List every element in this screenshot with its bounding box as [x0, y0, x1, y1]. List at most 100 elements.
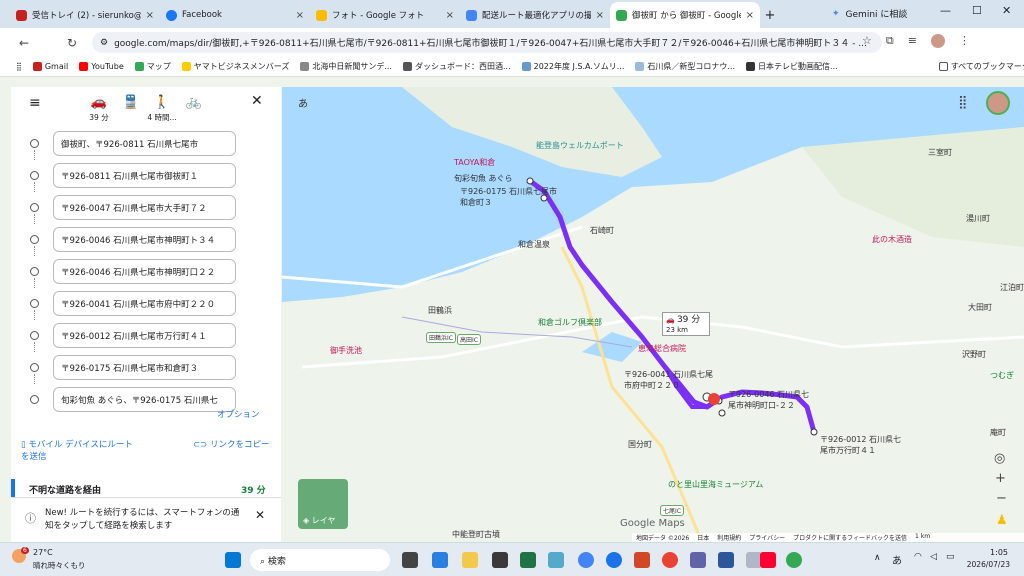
- waypoint-input[interactable]: 〒926-0041 石川県七尾市府中町２２０: [53, 291, 236, 316]
- app-icon[interactable]: [548, 552, 564, 568]
- my-location-icon[interactable]: ◎: [994, 451, 1005, 466]
- yahoo-icon[interactable]: [760, 552, 776, 568]
- facebook-icon: [166, 9, 177, 21]
- maximize-button[interactable]: ☐: [972, 4, 982, 17]
- hamburger-menu-icon[interactable]: ≡: [29, 95, 41, 111]
- app-icon[interactable]: [432, 552, 448, 568]
- bookmark-dashboard[interactable]: ダッシュボード：西田酒...: [402, 61, 511, 72]
- close-icon[interactable]: ×: [146, 10, 154, 21]
- toolbar-icons: ☆ ⧉ ≡ ⋮: [862, 34, 970, 48]
- account-avatar[interactable]: [986, 91, 1010, 115]
- excel-icon[interactable]: [520, 552, 536, 568]
- ime-icon[interactable]: あ: [892, 552, 902, 567]
- task-view-icon[interactable]: [402, 552, 418, 568]
- info-icon: ⓘ: [25, 512, 36, 525]
- tab-maps[interactable]: 御祓町 から 御祓町 - Google ×: [610, 2, 760, 28]
- close-icon[interactable]: ×: [446, 10, 454, 21]
- minimize-button[interactable]: —: [940, 4, 951, 17]
- copy-link-button[interactable]: ⊂⊃ リンクをコピー: [193, 439, 273, 451]
- close-icon[interactable]: ✕: [251, 93, 263, 109]
- bike-icon: 🚲: [185, 95, 203, 110]
- maps-icon: [616, 9, 627, 21]
- folder-icon[interactable]: [462, 552, 478, 568]
- waypoint-input[interactable]: 〒926-0046 石川県七尾市神明町ト３４: [53, 227, 236, 252]
- waypoint-marker-icon: [30, 139, 39, 148]
- zoom-icon[interactable]: [606, 552, 622, 568]
- bookmark-ntv[interactable]: 日本テレビ動画配信...: [746, 61, 838, 72]
- windows-start-icon[interactable]: [225, 552, 241, 568]
- waypoint-connector: [34, 150, 35, 160]
- tab-photos[interactable]: フォト - Google フォト ×: [310, 2, 460, 28]
- chrome-profile-icon[interactable]: [786, 552, 802, 568]
- waypoint-input[interactable]: 旬彩旬魚 あぐら、〒926-0175 石川県七: [53, 387, 236, 412]
- map-footer: 地図データ ©2026 日本 利用規約 プライバシー プロダクトに関するフィード…: [632, 533, 1024, 542]
- profile-avatar[interactable]: [930, 34, 945, 48]
- zoom-out-button[interactable]: −: [996, 491, 1007, 506]
- new-tab-button[interactable]: +: [760, 2, 780, 28]
- map-canvas[interactable]: 能登島ウェルカムポート TAOYA和倉 旬彩旬魚 あぐら 〒926-0175 石…: [282, 87, 1024, 542]
- gmail-icon: [16, 9, 27, 21]
- volume-icon[interactable]: ◁: [930, 552, 937, 562]
- back-icon[interactable]: ←: [12, 36, 36, 50]
- wifi-icon[interactable]: ◠: [914, 552, 922, 562]
- map-drawing: [282, 87, 1024, 542]
- notice-close-icon[interactable]: ✕: [255, 508, 265, 522]
- waypoint-marker-icon: [30, 267, 39, 276]
- apps-grid-icon[interactable]: ⣿: [958, 95, 968, 110]
- site-info-icon[interactable]: ⚙: [100, 38, 108, 48]
- send-to-mobile-button[interactable]: ▯ モバイル デバイスにルートを送信: [21, 439, 141, 463]
- tab-route-app[interactable]: 配送ルート最適化アプリの撮め ×: [460, 2, 610, 28]
- tab-gmail[interactable]: 受信トレイ (2) - sierunko@gm×: [10, 2, 160, 28]
- waypoint-marker-icon: [30, 299, 39, 308]
- close-icon[interactable]: ×: [596, 10, 604, 21]
- star-icon[interactable]: ☆: [862, 34, 872, 48]
- layers-button[interactable]: ◈ レイヤ: [298, 479, 348, 529]
- waypoint-input[interactable]: 〒926-0047 石川県七尾市大手町７２: [53, 195, 236, 220]
- zoom-in-button[interactable]: +: [995, 471, 1006, 486]
- tray-chevron-icon[interactable]: ∧: [874, 553, 881, 563]
- tab-facebook[interactable]: Facebook ×: [160, 2, 310, 28]
- options-link[interactable]: オプション: [217, 408, 260, 420]
- layers-icon: ◈ レイヤ: [303, 516, 336, 525]
- route-time-box[interactable]: 🚗 39 分 23 km: [662, 312, 710, 336]
- gemini-button[interactable]: ✦ Gemini に相談: [832, 7, 907, 21]
- waypoint-marker-icon: [30, 171, 39, 180]
- menu-icon[interactable]: ≡: [908, 34, 917, 48]
- close-icon[interactable]: ×: [296, 10, 304, 21]
- waypoint-marker-icon: [30, 395, 39, 404]
- battery-icon[interactable]: ▭: [946, 552, 955, 562]
- bookmark-ishikawa[interactable]: 石川県／新型コロナウ...: [635, 61, 735, 72]
- bookmark-gmail[interactable]: Gmail: [32, 62, 68, 71]
- address-bar[interactable]: ⚙ google.com/maps/dir/御祓町,+〒926-0811+石川県七…: [92, 32, 882, 53]
- bookmark-jsa[interactable]: 2022年度 J.S.A.ソムリ...: [521, 61, 624, 72]
- teams-icon[interactable]: [690, 552, 706, 568]
- maps-area: ≡ 🚗 39 分 🚆 🚶 4 時間... 🚲 ✕ 御祓町、〒926-0811 石川県…: [0, 77, 1024, 542]
- waypoint-input[interactable]: 〒926-0811 石川県七尾市御祓町１: [53, 163, 236, 188]
- waypoint-marker-icon: [30, 331, 39, 340]
- powerpoint-icon[interactable]: [634, 552, 650, 568]
- route-summary[interactable]: 不明な道路を経由: [29, 483, 101, 496]
- extensions-icon[interactable]: ⧉: [886, 34, 894, 48]
- all-bookmarks[interactable]: すべてのブックマーク: [938, 61, 1024, 72]
- close-icon[interactable]: ×: [746, 10, 754, 21]
- waypoint-input[interactable]: 御祓町、〒926-0811 石川県七尾市: [53, 131, 236, 156]
- bookmark-hokkai[interactable]: 北海中日新聞サンデ...: [300, 61, 392, 72]
- waypoint-input[interactable]: 〒926-0046 石川県七尾市神明町口２２: [53, 259, 236, 284]
- waypoint-input[interactable]: 〒926-0012 石川県七尾市万行町４１: [53, 323, 236, 348]
- taskbar-search[interactable]: ⌕ 検索: [250, 549, 390, 571]
- waypoint-input[interactable]: 〒926-0175 石川県七尾市和倉町３: [53, 355, 236, 380]
- pegman-icon[interactable]: ♟: [996, 513, 1008, 528]
- app-icon[interactable]: [492, 552, 508, 568]
- mode-cycling[interactable]: 🚲: [174, 95, 214, 112]
- apps-icon[interactable]: ⣿: [16, 62, 22, 71]
- reload-icon[interactable]: ↻: [60, 36, 84, 50]
- word-icon[interactable]: [718, 552, 734, 568]
- chrome-icon[interactable]: [578, 552, 594, 568]
- window-close-button[interactable]: ✕: [1002, 4, 1011, 17]
- bookmark-maps[interactable]: マップ: [134, 61, 171, 72]
- more-icon[interactable]: ⋮: [959, 34, 970, 48]
- bookmark-yamato[interactable]: ヤマトビジネスメンバーズ: [181, 61, 289, 72]
- app-icon[interactable]: [662, 552, 678, 568]
- gemini-icon: [466, 9, 477, 21]
- bookmark-youtube[interactable]: YouTube: [79, 62, 124, 71]
